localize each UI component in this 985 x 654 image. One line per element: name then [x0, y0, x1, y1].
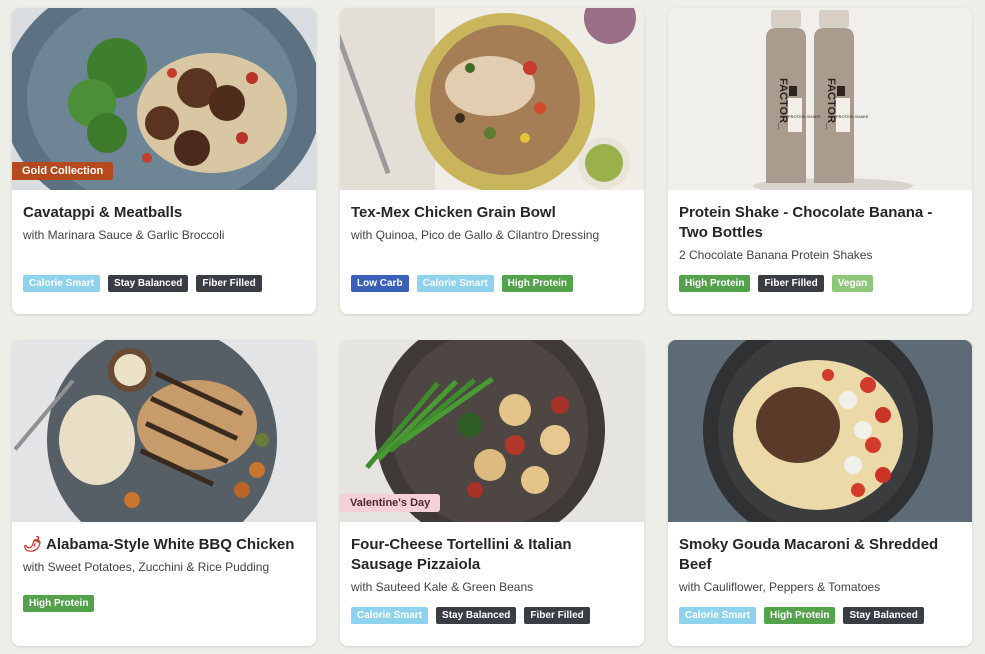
tag-list: High Protein [23, 595, 95, 612]
fiber-filled-tag: Fiber Filled [196, 275, 262, 292]
meal-subtitle: with Sweet Potatoes, Zucchini & Rice Pud… [23, 560, 270, 574]
vegan-tag: Vegan [831, 275, 874, 292]
meal-subtitle: with Sauteed Kale & Green Beans [351, 580, 534, 594]
tag-list: Low Carb Calorie Smart High Protein [351, 275, 574, 292]
high-protein-tag: High Protein [679, 275, 751, 292]
stay-balanced-tag: Stay Balanced [843, 607, 924, 624]
bottle-label-text: PROTEIN SHAKE [788, 114, 821, 119]
tag-list: Calorie Smart High Protein Stay Balanced [679, 607, 924, 624]
high-protein-tag: High Protein [23, 595, 95, 612]
gold-collection-ribbon: Gold Collection [12, 162, 114, 180]
fiber-filled-tag: Fiber Filled [758, 275, 824, 292]
meal-image [12, 340, 316, 522]
meal-grid: Gold Collection Cavatappi & Meatballs wi… [12, 8, 972, 646]
valentines-day-ribbon: Valentine's Day [340, 494, 441, 512]
meal-card-four-cheese-tortellini[interactable]: Valentine's Day Four-Cheese Tortellini &… [340, 340, 644, 646]
meal-image: FACTOR_ FACTOR_ PROTEIN SHAKE PROTEIN SH… [668, 8, 972, 190]
meal-title[interactable]: Smoky Gouda Macaroni & Shredded Beef [679, 535, 961, 575]
bottle-brand-text: FACTOR_ [825, 78, 837, 130]
tag-list: Calorie Smart Stay Balanced Fiber Filled [351, 607, 590, 624]
meal-card-alabama-bbq-chicken[interactable]: 🌶 Alabama-Style White BBQ Chicken with Sw… [12, 340, 316, 646]
high-protein-tag: High Protein [501, 275, 574, 292]
stay-balanced-tag: Stay Balanced [436, 607, 517, 624]
meal-image [668, 340, 972, 522]
meal-title[interactable]: Four-Cheese Tortellini & Italian Sausage… [351, 535, 633, 575]
meal-subtitle: with Marinara Sauce & Garlic Broccoli [23, 228, 225, 242]
meal-card-smoky-gouda-macaroni[interactable]: Smoky Gouda Macaroni & Shredded Beef wit… [668, 340, 972, 646]
low-carb-tag: Low Carb [351, 275, 409, 292]
bottle-brand-text: FACTOR_ [777, 78, 789, 130]
tag-list: Calorie Smart Stay Balanced Fiber Filled [23, 275, 262, 292]
meal-subtitle: with Quinoa, Pico de Gallo & Cilantro Dr… [351, 228, 600, 242]
fiber-filled-tag: Fiber Filled [524, 607, 590, 624]
bottle-label-text: PROTEIN SHAKE [836, 114, 869, 119]
meal-title[interactable]: Tex-Mex Chicken Grain Bowl [351, 203, 633, 223]
meal-subtitle: with Cauliflower, Peppers & Tomatoes [679, 580, 881, 594]
calorie-smart-tag: Calorie Smart [23, 275, 101, 292]
calorie-smart-tag: Calorie Smart [679, 607, 757, 624]
meal-title[interactable]: 🌶 Alabama-Style White BBQ Chicken [23, 535, 305, 555]
chili-pepper-icon: 🌶 [23, 536, 43, 553]
calorie-smart-tag: Calorie Smart [416, 275, 494, 292]
meal-subtitle: 2 Chocolate Banana Protein Shakes [679, 248, 873, 262]
meal-title[interactable]: Cavatappi & Meatballs [23, 203, 305, 223]
meal-image: Gold Collection [12, 8, 316, 190]
meal-card-protein-shake[interactable]: FACTOR_ FACTOR_ PROTEIN SHAKE PROTEIN SH… [668, 8, 972, 314]
meal-image: Valentine's Day [340, 340, 644, 522]
meal-card-tex-mex-bowl[interactable]: Tex-Mex Chicken Grain Bowl with Quinoa, … [340, 8, 644, 314]
high-protein-tag: High Protein [764, 607, 836, 624]
meal-image [340, 8, 644, 190]
meal-card-cavatappi[interactable]: Gold Collection Cavatappi & Meatballs wi… [12, 8, 316, 314]
meal-title[interactable]: Protein Shake - Chocolate Banana - Two B… [679, 203, 961, 243]
calorie-smart-tag: Calorie Smart [351, 607, 429, 624]
meal-title-text: Alabama-Style White BBQ Chicken [46, 536, 295, 553]
stay-balanced-tag: Stay Balanced [108, 275, 189, 292]
tag-list: High Protein Fiber Filled Vegan [679, 275, 874, 292]
